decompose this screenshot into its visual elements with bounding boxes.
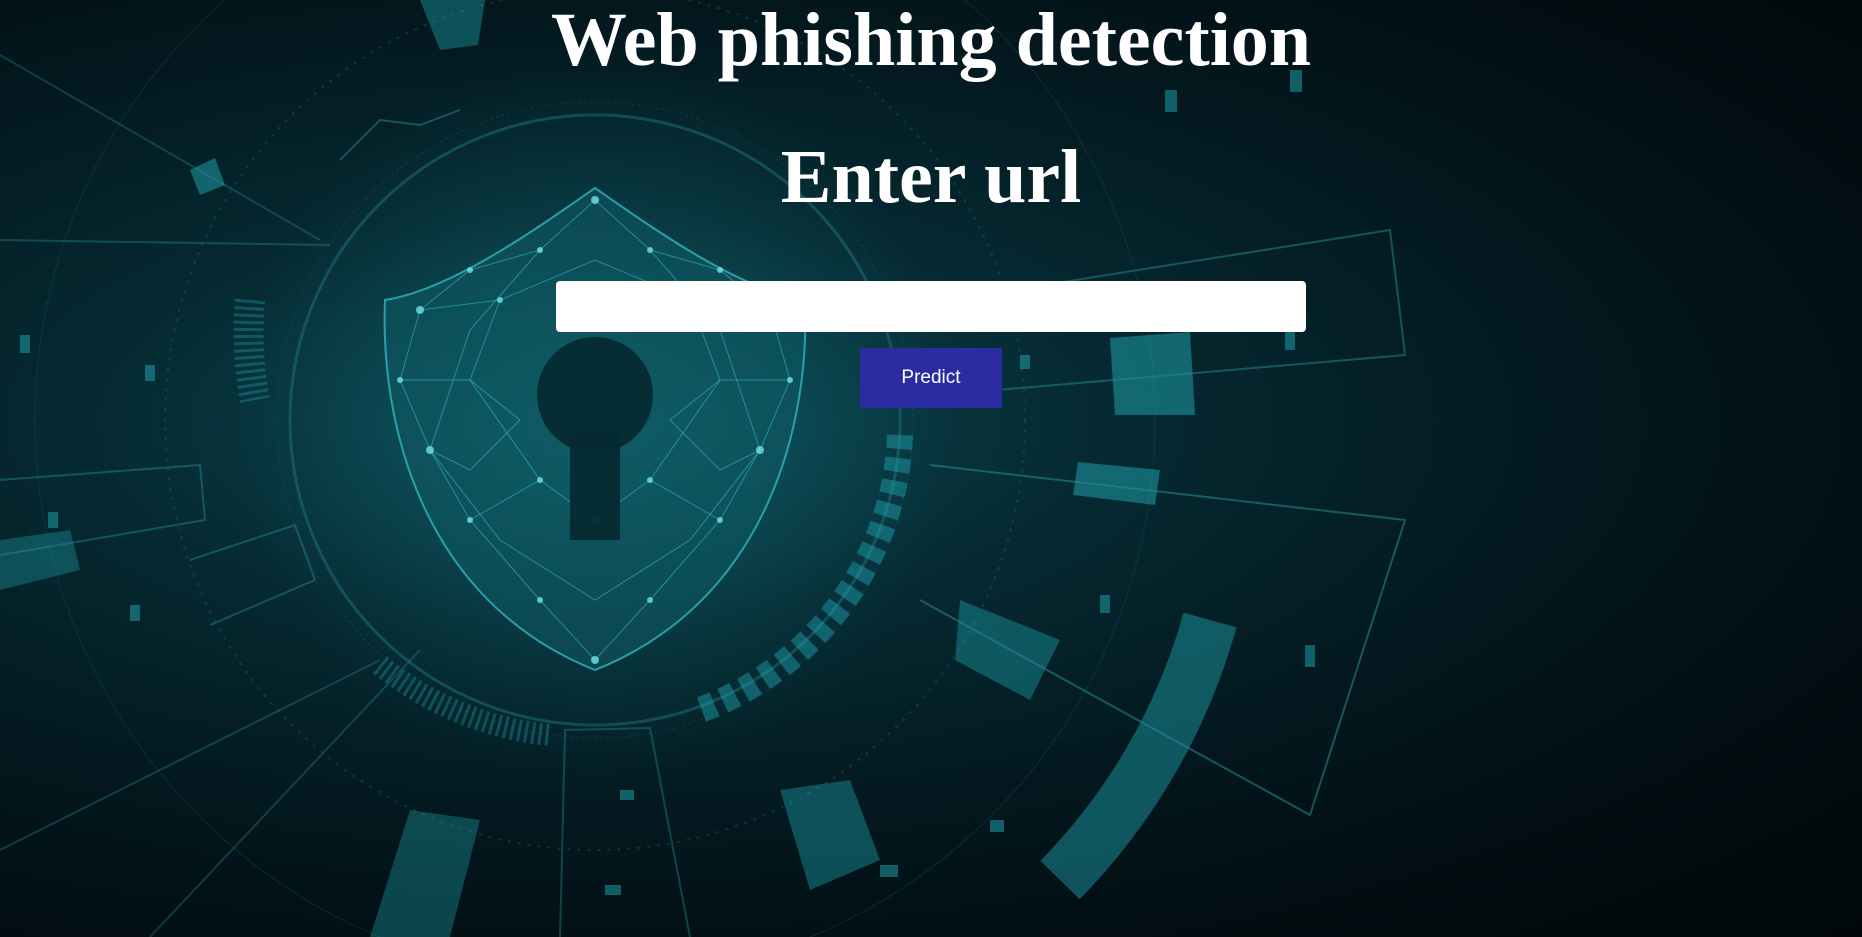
url-input[interactable] — [556, 281, 1306, 332]
enter-url-heading: Enter url — [780, 135, 1082, 219]
page-title: Web phishing detection — [550, 0, 1312, 82]
predict-button[interactable]: Predict — [860, 348, 1002, 408]
